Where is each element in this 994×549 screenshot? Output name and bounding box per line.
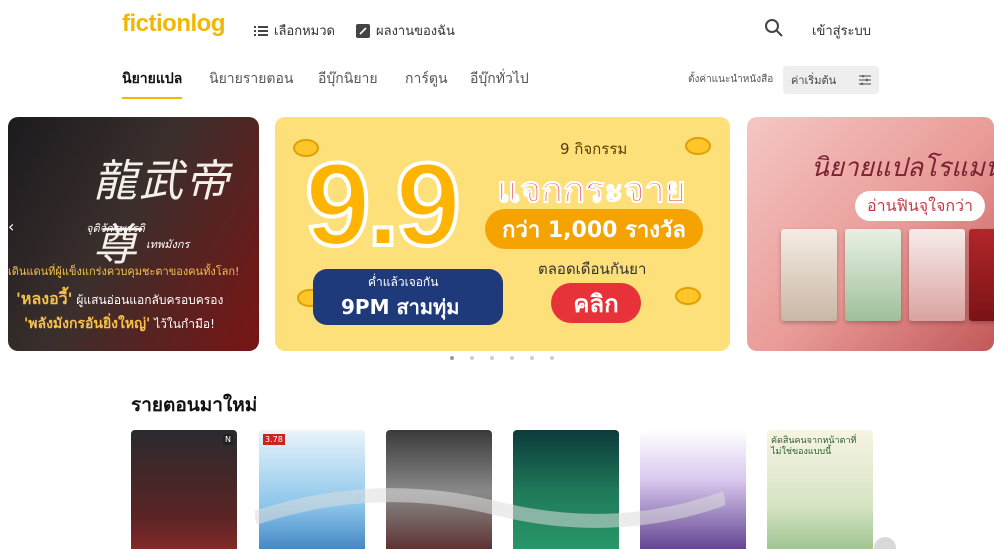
filter-icon [859, 75, 871, 85]
book-cover-card[interactable] [640, 430, 746, 549]
tab-comics[interactable]: การ์ตูน [405, 68, 448, 97]
book-cover-card[interactable] [386, 430, 492, 549]
carousel-dot[interactable] [530, 356, 534, 360]
tab-novel-ebooks[interactable]: อีบุ๊กนิยาย [318, 68, 378, 97]
banner-left-line-2-text: ผู้แสนอ่อนแอกลับครอบครอง [72, 293, 224, 307]
banner-left-line-3-text: ไว้ในกำมือ! [150, 317, 215, 331]
coin-decoration [685, 137, 711, 155]
cover-tag: N [223, 434, 233, 445]
banner-right-title: นิยายแปลโรแมนติก [811, 153, 994, 183]
recommend-select-value: ค่าเริ่มต้น [791, 74, 837, 87]
coin-decoration [675, 287, 701, 305]
categories-button[interactable]: เลือกหมวด [254, 20, 335, 41]
banner-center-top-text: 9 กิจกรรม [560, 140, 628, 158]
categories-label: เลือกหมวด [274, 24, 335, 39]
my-works-button[interactable]: ผลงานของฉัน [356, 20, 455, 41]
section-title-new-episodes: รายตอนมาใหม่ [131, 394, 258, 416]
fictionlog-logo[interactable]: fictionlog [122, 10, 225, 38]
book-cover [969, 229, 994, 321]
carousel-dot[interactable] [470, 356, 474, 360]
banner-right-pill: อ่านฟินจุใจกว่า [855, 191, 986, 221]
carousel-dot[interactable] [490, 356, 494, 360]
banner-click-button[interactable]: คลิก [551, 283, 641, 323]
banner-left-power: 'พลังมังกรอันยิ่งใหญ่' [24, 316, 151, 332]
recommend-settings-label: ตั้งค่าแนะนำหนังสือ [688, 74, 774, 85]
book-cover-card[interactable]: N [131, 430, 237, 549]
tab-serial-novels[interactable]: นิยายรายตอน [209, 68, 294, 97]
banner-night-small: ค่ำแล้วเจอกัน [368, 275, 439, 289]
banner-left-line-2: 'หลงอวี้' ผู้แสนอ่อนแอกลับครอบครอง [16, 287, 223, 312]
banner-left-subtitle-2: เทพมังกร [146, 238, 190, 251]
banner-left-line-3: 'พลังมังกรอันยิ่งใหญ่' ไว้ในกำมือ! [24, 313, 215, 335]
banner-left-title-art: 龍武帝尊 [93, 156, 231, 271]
banner-center-big-number: 9.9 [303, 137, 463, 273]
bookmark-icon [356, 23, 370, 38]
chevron-right-icon[interactable] [874, 537, 896, 549]
book-cover-card[interactable]: 3.78 [259, 430, 365, 549]
banner-night-big: 9PM สามทุ่ม [341, 295, 460, 319]
carousel-dot[interactable] [550, 356, 554, 360]
banner-center-month: ตลอดเดือนกันยา [538, 260, 647, 278]
banner-left-subtitle-1: จุติจักรพรรดิ [86, 222, 145, 235]
cover-tag: 3.78 [263, 434, 285, 445]
banner-previous-slide[interactable]: ‹ 龍武帝尊 จุติจักรพรรดิ เทพมังกร เดินแดนที่… [8, 117, 259, 351]
page: fictionlog เลือกหมวด ผลงานของฉัน เข้าสู่… [0, 0, 994, 549]
book-cover [781, 229, 837, 321]
login-link[interactable]: เข้าสู่ระบบ [812, 20, 871, 41]
banner-current-slide[interactable]: 9.9 9 กิจกรรม แจกกระจาย กว่า 1,000 รางวั… [275, 117, 730, 351]
search-icon[interactable] [764, 18, 784, 38]
tab-general-ebooks[interactable]: อีบุ๊กทั่วไป [470, 68, 529, 97]
list-icon [254, 25, 268, 36]
book-cover-card[interactable]: คัดสินคนจากหน้าตาที่ไม่ใช่ของแบบนี้ [767, 430, 873, 549]
recommend-select[interactable]: ค่าเริ่มต้น [783, 66, 879, 94]
my-works-label: ผลงานของฉัน [376, 24, 455, 39]
tab-translated-novels[interactable]: นิยายแปล [122, 68, 183, 99]
banner-next-slide[interactable]: นิยายแปลโรแมนติก อ่านฟินจุใจกว่า [747, 117, 994, 351]
carousel-dots [450, 356, 554, 360]
carousel-dot[interactable] [510, 356, 514, 360]
top-bar: fictionlog เลือกหมวด ผลงานของฉัน เข้าสู่… [0, 0, 994, 58]
cover-title: คัดสินคนจากหน้าตาที่ไม่ใช่ของแบบนี้ [771, 436, 857, 457]
carousel-dot[interactable] [450, 356, 454, 360]
chevron-left-icon[interactable]: ‹ [8, 217, 22, 243]
book-cover [909, 229, 965, 321]
book-cover [845, 229, 901, 321]
banner-left-tagline: เดินแดนที่ผู้แข็งแกร่งควบคุมชะตาของคนทั้… [8, 265, 240, 278]
banner-night-badge: ค่ำแล้วเจอกัน 9PM สามทุ่ม [313, 269, 503, 325]
banner-center-prize: กว่า 1,000 รางวัล [485, 209, 703, 249]
banner-left-character: 'หลงอวี้' [16, 289, 73, 308]
book-cover-card[interactable] [513, 430, 619, 549]
